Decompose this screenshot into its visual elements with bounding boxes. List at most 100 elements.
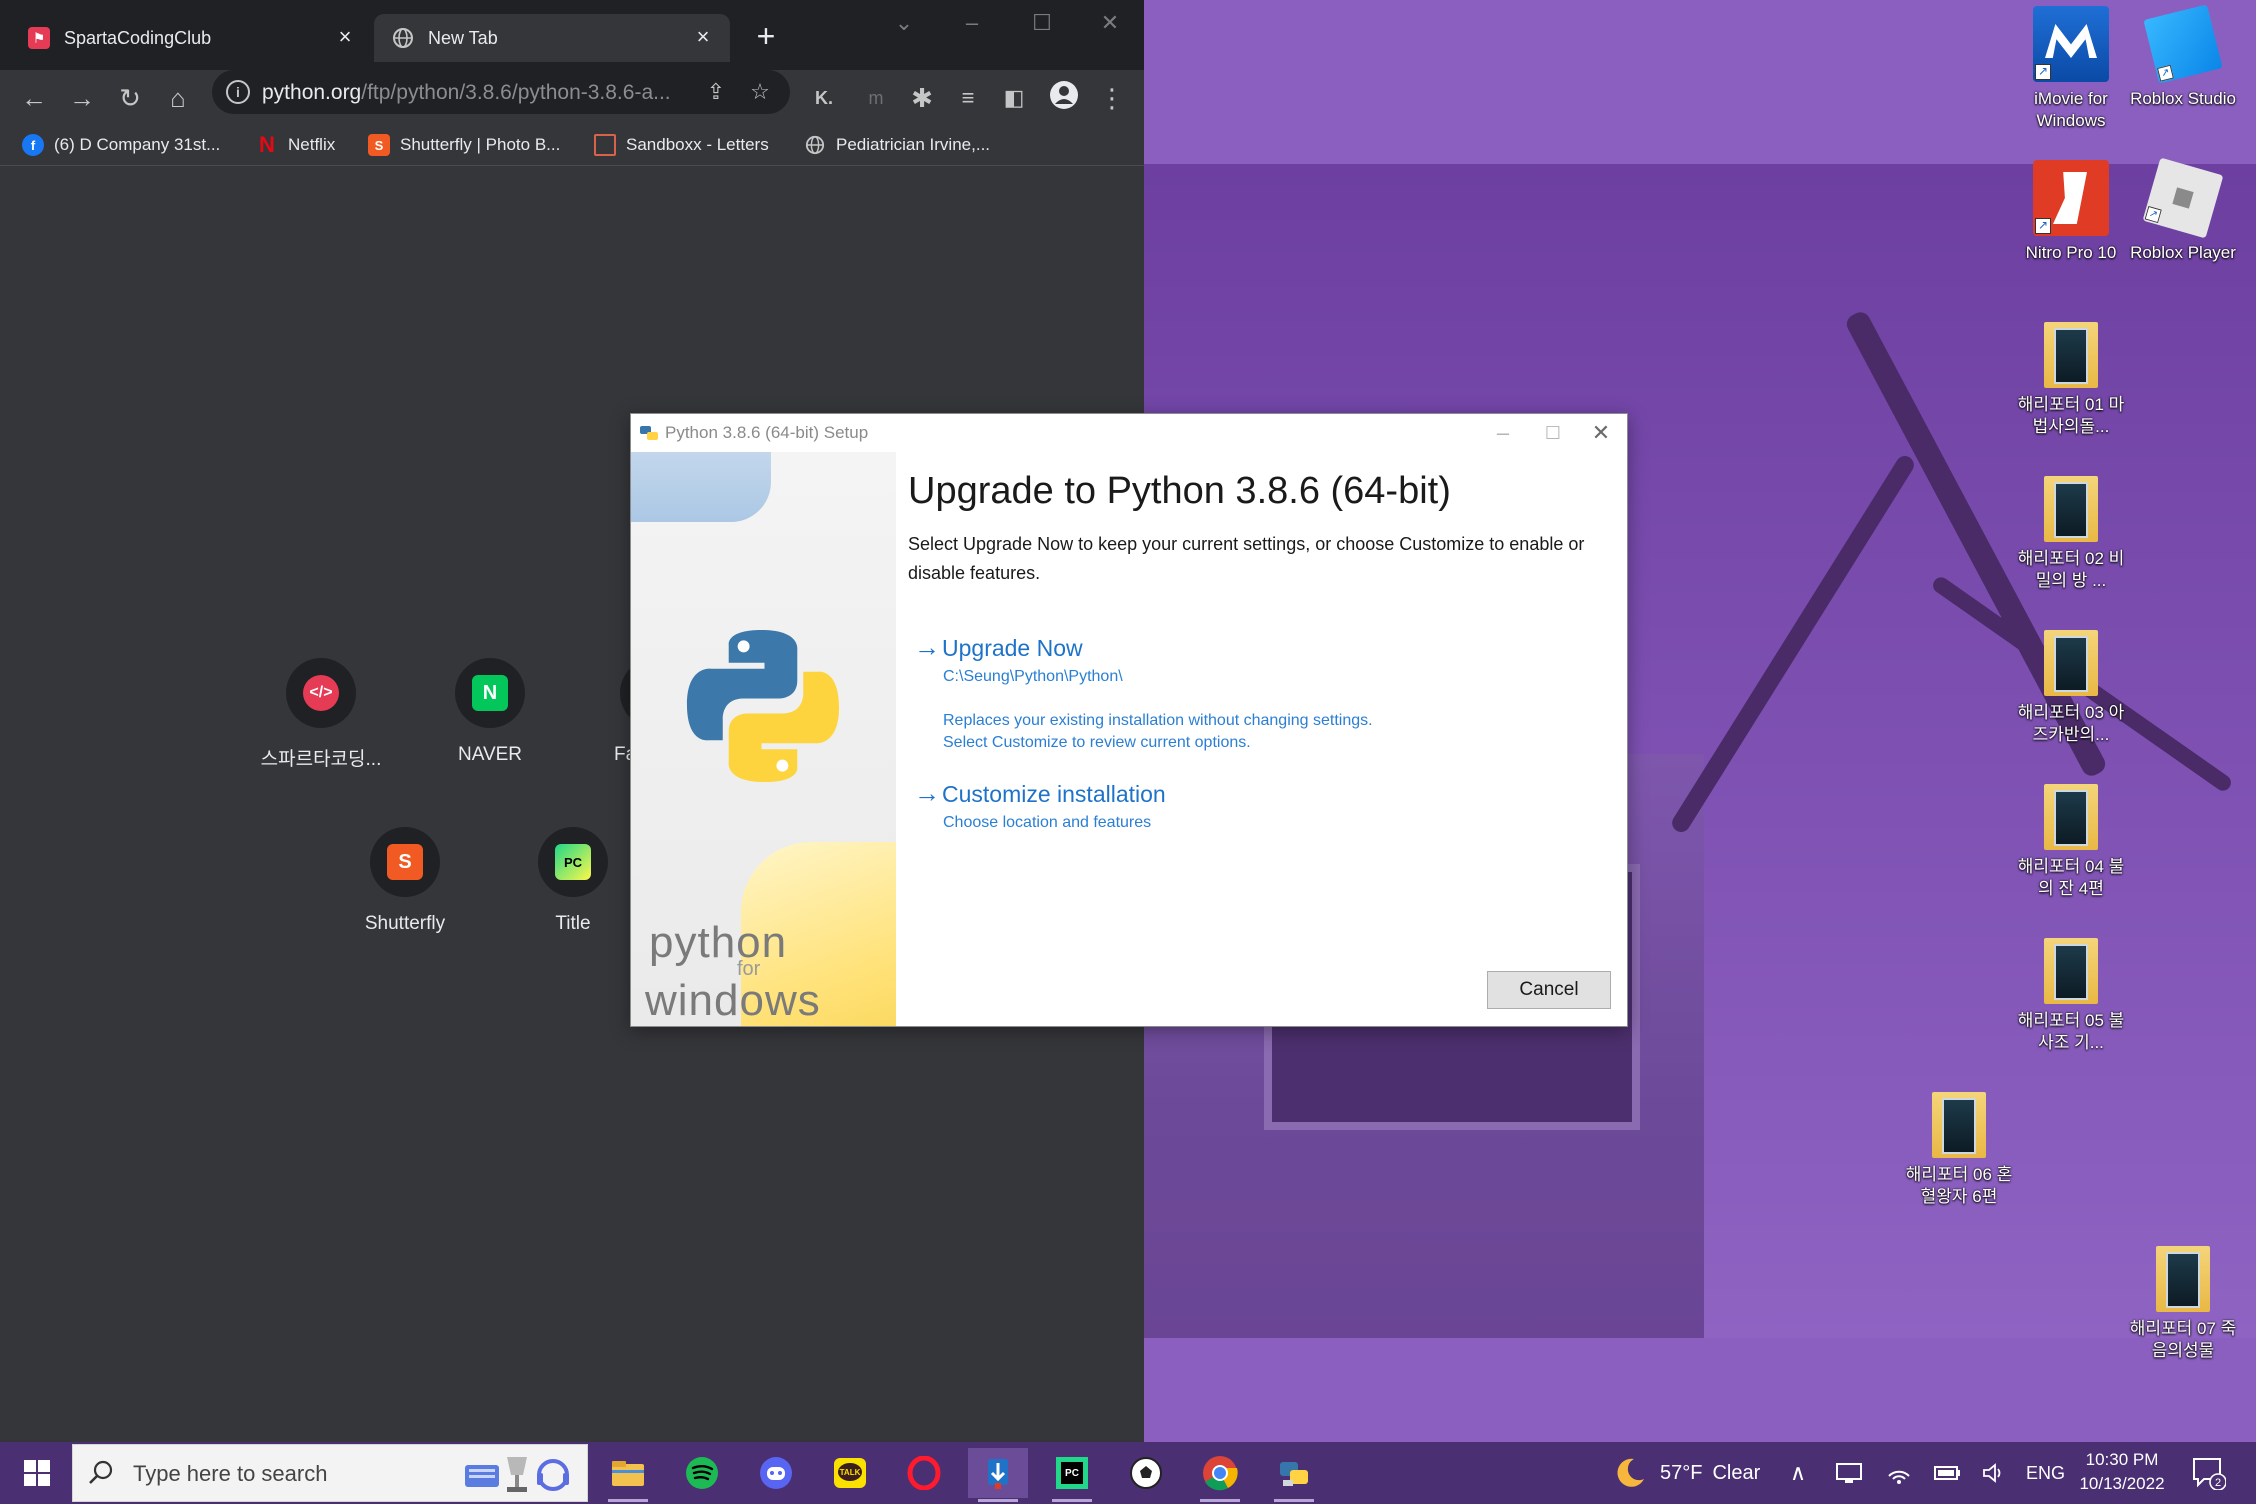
opera-icon[interactable] [894, 1448, 954, 1498]
notification-center-icon[interactable]: 2 [2190, 1454, 2227, 1491]
shutterfly-icon: S [368, 134, 390, 156]
shortcut-sparta[interactable]: </> 스파르타코딩... [246, 658, 396, 771]
forward-arrow-icon[interactable]: → [64, 80, 100, 116]
share-icon[interactable]: ⇪ [702, 78, 730, 106]
desktop-icon-hp-folder-05[interactable]: 해리포터 05 불사조 기... [2015, 934, 2127, 1054]
shortcut-naver[interactable]: N NAVER [415, 658, 565, 766]
shortcut-partial[interactable]: Fa [560, 658, 632, 766]
bookmark-facebook[interactable]: f (6) D Company 31st... [22, 130, 220, 160]
reload-icon[interactable]: ↻ [112, 80, 148, 116]
bookmark-label: Netflix [288, 135, 336, 154]
desktop-icon-hp-folder-02[interactable]: 해리포터 02 비밀의 방 ... [2015, 472, 2127, 592]
close-icon[interactable]: × [332, 24, 358, 50]
bookmark-label: (6) D Company 31st... [54, 135, 221, 154]
maximize-icon[interactable]: ☐ [1533, 418, 1573, 448]
folder-icon [2044, 784, 2098, 850]
globe-icon [392, 27, 414, 49]
desktop-icon-hp-folder-01[interactable]: 해리포터 01 마법사의돌... [2015, 318, 2127, 438]
desktop-icon-roblox-studio[interactable]: ↗ Roblox Studio [2127, 4, 2239, 110]
desktop-icon-hp-folder-03[interactable]: 해리포터 03 아즈카반의... [2015, 626, 2127, 746]
desktop-icon-label: 해리포터 03 아즈카반의... [2017, 703, 2125, 744]
star-icon[interactable]: ☆ [746, 78, 774, 106]
display-icon[interactable] [1836, 1442, 1862, 1504]
maximize-icon[interactable]: ☐ [1022, 8, 1062, 38]
upgrade-note-line1: Replaces your existing installation with… [943, 712, 1373, 729]
close-icon[interactable]: × [690, 24, 716, 50]
banner-blue-shape [631, 452, 771, 522]
bookmark-netflix[interactable]: N Netflix [256, 130, 335, 160]
shortcut-title[interactable]: PC Title [498, 827, 648, 935]
desktop-icon-label: iMovie for Windows [2034, 89, 2108, 130]
tab-spartacodingclub[interactable]: ⚑ SpartaCodingClub × [10, 14, 372, 62]
desktop-icon-hp-folder-07[interactable]: 해리포터 07 죽음의성물 [2127, 1242, 2239, 1362]
wifi-icon[interactable] [1886, 1442, 1912, 1504]
kakaotalk-icon[interactable]: TALK [820, 1448, 880, 1498]
search-highlight-art-icon [465, 1457, 569, 1492]
discord-icon[interactable] [746, 1448, 806, 1498]
site-info-icon[interactable]: i [226, 80, 250, 104]
shortcut-circle: S [370, 827, 440, 897]
python-setup-icon [640, 426, 658, 440]
customize-installation-option[interactable]: → Customize installation Choose location… [914, 778, 1614, 838]
chevron-up-icon[interactable]: ∧ [1790, 1442, 1806, 1504]
tab-search-chevron-icon[interactable]: ⌄ [884, 8, 924, 38]
minimize-icon[interactable]: – [952, 8, 992, 38]
back-arrow-icon[interactable]: ← [16, 80, 52, 116]
close-window-icon[interactable]: ✕ [1090, 8, 1130, 38]
taskbar-clock[interactable]: 10:30 PM 10/13/2022 [2072, 1448, 2172, 1496]
tab-new-tab[interactable]: New Tab × [374, 14, 730, 62]
new-tab-button[interactable]: + [748, 18, 784, 54]
minimize-icon[interactable]: – [1483, 418, 1523, 448]
python-installer-pin-icon[interactable] [968, 1448, 1028, 1502]
desktop-icon-label: 해리포터 01 마법사의돌... [2017, 395, 2125, 436]
upgrade-now-option[interactable]: → Upgrade Now C:\Seung\Python\Python\ Re… [914, 632, 1614, 752]
banner-word-windows: windows [645, 976, 821, 1025]
profile-avatar-icon[interactable] [1046, 80, 1082, 116]
nitro-pro-icon: ↗ [2033, 160, 2109, 236]
desktop-icon-label: Roblox Player [2130, 243, 2236, 262]
chrome-icon[interactable] [1190, 1448, 1250, 1502]
shortcut-label: 스파르타코딩... [260, 749, 382, 770]
shortcut-shutterfly[interactable]: S Shutterfly [330, 827, 480, 935]
folder-icon [2044, 476, 2098, 542]
address-bar[interactable]: i python.org/ftp/python/3.8.6/python-3.8… [212, 70, 790, 114]
pycharm-icon[interactable]: PC [1042, 1448, 1102, 1502]
weather-widget[interactable]: 57°F Clear [1612, 1442, 1760, 1504]
desktop-icon-nitro-pro[interactable]: ↗ Nitro Pro 10 [2015, 160, 2127, 264]
spotify-icon[interactable] [672, 1448, 732, 1498]
side-panel-icon[interactable]: ◧ [996, 80, 1032, 116]
taskbar-search-box[interactable]: Type here to search [72, 1444, 588, 1502]
soccer-icon[interactable] [1116, 1448, 1176, 1498]
volume-icon[interactable] [1982, 1442, 2006, 1504]
windows-start-icon[interactable] [0, 1442, 70, 1504]
desktop-icon-hp-folder-06[interactable]: 해리포터 06 혼혈왕자 6편 [1903, 1088, 2015, 1208]
python-setup-icon[interactable] [1264, 1448, 1324, 1502]
facebook-icon: f [22, 134, 44, 156]
shutterfly-icon: S [387, 844, 423, 880]
media-queue-icon[interactable]: ≡ [950, 80, 986, 116]
arrow-right-icon: → [914, 778, 940, 808]
sandboxx-icon [594, 134, 616, 156]
folder-icon [2044, 938, 2098, 1004]
home-icon[interactable]: ⌂ [160, 80, 196, 116]
battery-icon[interactable] [1934, 1442, 1962, 1504]
bookmark-pediatrician[interactable]: Pediatrician Irvine,... [804, 130, 990, 160]
desktop-icon-imovie[interactable]: ↗ iMovie for Windows [2015, 6, 2127, 132]
dialog-titlebar[interactable]: Python 3.8.6 (64-bit) Setup – ☐ ✕ [631, 414, 1627, 452]
extension-muted-icon[interactable]: m [858, 80, 894, 116]
input-language-indicator[interactable]: ENG [2026, 1442, 2065, 1504]
file-explorer-icon[interactable] [598, 1448, 658, 1502]
menu-kebab-icon[interactable]: ⋮ [1094, 80, 1130, 116]
extension-k-icon[interactable]: K. [806, 80, 842, 116]
bookmark-sandboxx[interactable]: Sandboxx - Letters [594, 130, 769, 160]
cancel-button[interactable]: Cancel [1487, 971, 1611, 1009]
shortcut-circle: PC [538, 827, 608, 897]
close-icon[interactable]: ✕ [1581, 418, 1621, 448]
imovie-icon: ↗ [2033, 6, 2109, 82]
bookmark-shutterfly[interactable]: S Shutterfly | Photo B... [368, 130, 560, 160]
address-url[interactable]: python.org/ftp/python/3.8.6/python-3.8.6… [262, 81, 692, 105]
desktop-icon-hp-folder-04[interactable]: 해리포터 04 불의 잔 4편 [2015, 780, 2127, 900]
clock-date: 10/13/2022 [2079, 1474, 2165, 1493]
extensions-puzzle-icon[interactable]: ✱ [904, 80, 940, 116]
desktop-icon-roblox-player[interactable]: ↗ Roblox Player [2127, 157, 2239, 264]
